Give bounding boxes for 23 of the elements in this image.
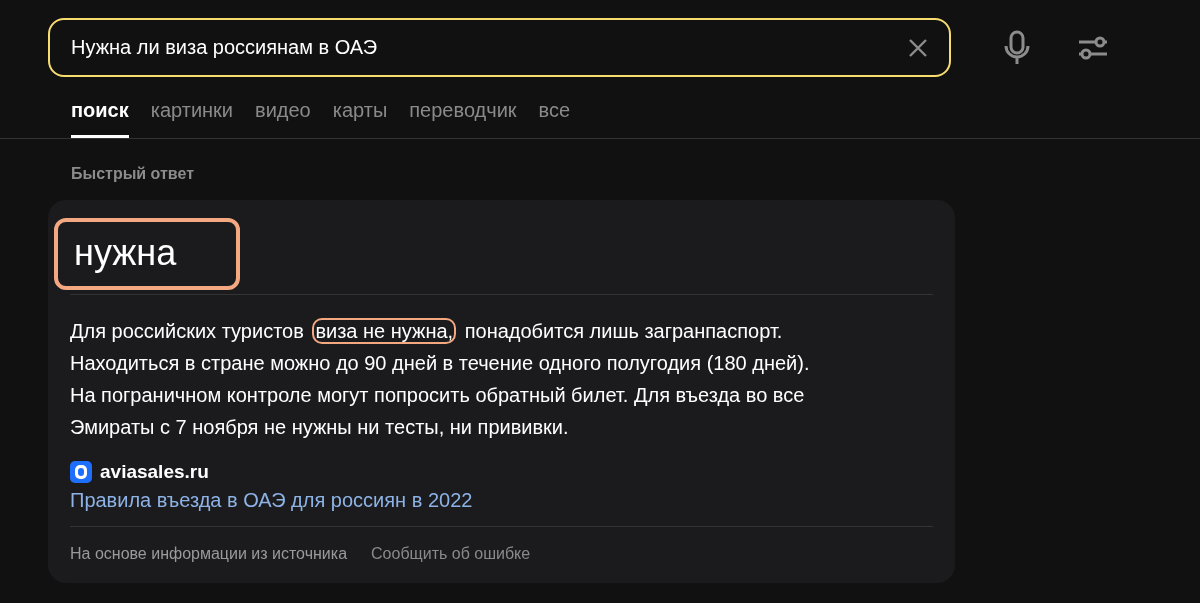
site-icon (70, 461, 92, 483)
answer-text: Находиться в стране можно до 90 дней в течение одного полугодия (180 дней). (69, 351, 811, 376)
close-icon[interactable] (907, 36, 929, 59)
section-title: Быстрый ответ (70, 164, 195, 183)
microphone-icon[interactable] (1004, 29, 1030, 66)
search-tab[interactable]: все (538, 95, 571, 138)
search-tab[interactable]: переводчик (409, 95, 517, 138)
source-site[interactable]: aviasales.ru (100, 461, 209, 483)
answer-text: понадобится лишь загранпаспорт. (463, 319, 784, 344)
answer-headline: нужна (54, 218, 241, 290)
answer-text: На пограничном контроле могут попросить обратный билет. Для въезда во все (69, 383, 806, 408)
answer-text: Эмираты с 7 ноября не нужны ни тесты, ни прививки. (69, 415, 570, 440)
search-tab[interactable]: видео (255, 95, 311, 138)
search-tab[interactable]: карты (332, 95, 388, 138)
report-link[interactable]: Сообщить об ошибке (371, 545, 531, 563)
source-link[interactable]: Правила въезда в ОАЭ для россиян в 2022 (70, 489, 473, 512)
settings-icon[interactable] (1078, 34, 1108, 61)
search-field[interactable]: Нужна ли виза россиянам в ОАЭ (48, 18, 951, 77)
source-note: На основе информации из источника (70, 545, 348, 563)
circled-phrase: виза не нужна, (312, 318, 457, 344)
answer-text: Для российских туристов (69, 319, 305, 344)
search-query: Нужна ли виза россиянам в ОАЭ (71, 36, 378, 59)
search-tab[interactable]: картинки (150, 95, 234, 138)
